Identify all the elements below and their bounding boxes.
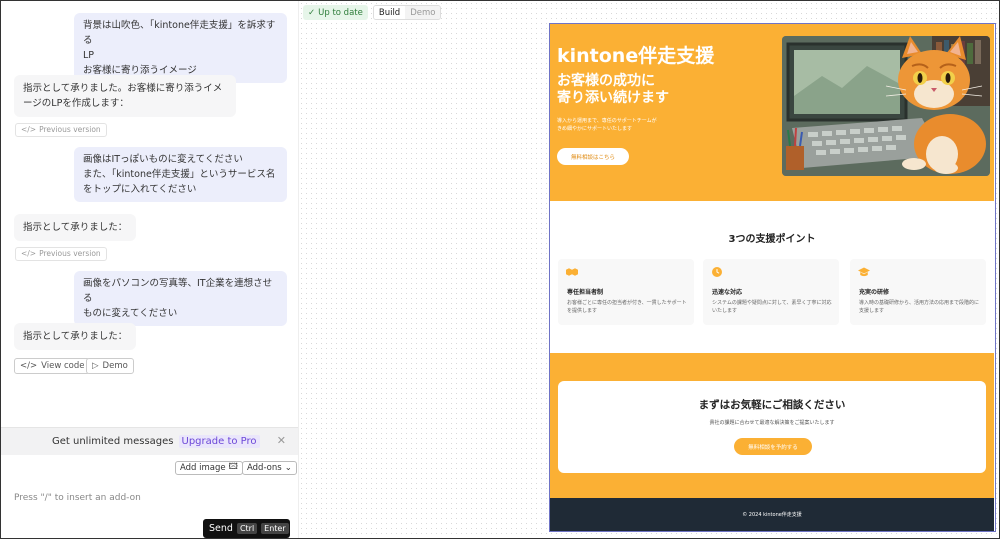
preview-toolbar: ✓ Up to date Build Demo	[303, 5, 442, 20]
feature-card-title: 迅速な対応	[712, 289, 743, 296]
hero-description-line: きめ細やかにサポートいたします	[557, 126, 633, 132]
cta-description: 貴社の課題に合わせて最適な解決策をご提案いたします	[709, 420, 835, 426]
feature-card-desc: システムの課題や疑問点に対して、素早く丁寧に対応いたします	[712, 300, 832, 314]
close-icon[interactable]: ✕	[277, 434, 286, 447]
ai-message-1: 指示として承りました。お客様に寄り添うイメ ージのLPを作成します：	[14, 75, 236, 117]
cat-computer-image	[782, 36, 990, 176]
cta-title: まずはお気軽にご相談ください	[698, 399, 846, 411]
kbd-enter: Enter	[261, 523, 289, 534]
hero-cta-button[interactable]: 無料相談はこちら	[557, 148, 629, 165]
composer: Get unlimited messages Upgrade to Pro ✕ …	[1, 427, 298, 538]
cat-computer-illustration	[782, 36, 990, 176]
previous-version-label: Previous version	[39, 249, 101, 258]
feature-card-title: 充実の研修	[859, 289, 890, 296]
add-image-label: Add image	[180, 463, 226, 473]
chevron-down-icon: ⌄	[284, 463, 292, 473]
status-label: Up to date	[318, 7, 363, 18]
send-button[interactable]: Send Ctrl Enter	[203, 519, 290, 538]
feature-card-title: 専任担当者制	[567, 289, 604, 296]
check-icon: ✓	[308, 7, 316, 18]
graduation-cap-icon	[858, 267, 870, 277]
message-line: 指示として承りました。お客様に寄り添うイメ	[23, 83, 223, 94]
demo-label: Demo	[102, 361, 128, 371]
previous-version-label: Previous version	[39, 125, 101, 134]
cta-button[interactable]: 無料相談を予約する	[734, 438, 812, 455]
hero-description-line: 導入から運用まで、専任のサポートチームが	[557, 118, 657, 124]
view-code-button[interactable]: </> View code	[14, 358, 91, 374]
user-message-1: 背景は山吹色、「kintone伴走支援」を訴求する LP お客様に寄り添うイメー…	[74, 13, 287, 83]
message-line: 画像をパソコンの写真等、IT企業を連想させる	[83, 278, 273, 304]
ai-message-3: 指示として承りました：	[14, 323, 137, 350]
send-label: Send	[209, 523, 233, 534]
view-code-label: View code	[41, 361, 85, 371]
hero-title: kintone伴走支援	[557, 45, 715, 67]
message-line: LP	[83, 50, 95, 61]
hero-subtitle-line: お客様の成功に	[557, 73, 655, 89]
hero-subtitle-line: 寄り添い続けます	[557, 90, 669, 106]
view-toggle: Build Demo	[372, 5, 442, 20]
previous-version-button[interactable]: </> Previous version	[15, 247, 107, 261]
demo-button[interactable]: ▷ Demo	[86, 358, 134, 374]
handshake-icon	[566, 268, 578, 276]
play-icon: ▷	[92, 361, 99, 371]
feature-card: 専任担当者制 お客様ごとに専任の担当者が付き、一貫したサポートを提供します	[558, 259, 694, 325]
hero-section: kintone伴走支援 お客様の成功に 寄り添い続けます 導入から運用まで、専任…	[550, 24, 994, 201]
feature-card-desc: お客様ごとに専任の担当者が付き、一貫したサポートを提供します	[567, 300, 687, 314]
code-icon: </>	[20, 361, 38, 371]
clock-icon	[712, 267, 722, 277]
message-line: 画像はITっぽいものに変えてください	[83, 154, 243, 165]
feature-card: 充実の研修 導入時の基礎研修から、活用方法の応用まで段階的に支援します	[850, 259, 986, 325]
user-message-3: 画像をパソコンの写真等、IT企業を連想させる ものに変えてください	[74, 271, 287, 326]
message-input[interactable]: Press "/" to insert an add-on	[14, 493, 141, 503]
ai-message-2: 指示として承りました：	[14, 214, 137, 241]
code-icon: </>	[21, 249, 37, 258]
tab-demo[interactable]: Demo	[405, 6, 441, 19]
message-line: をトップに入れてください	[83, 184, 197, 195]
message-line: 指示として承りました：	[23, 331, 128, 342]
user-message-2: 画像はITっぽいものに変えてください また、「kintone伴走支援」というサー…	[74, 147, 287, 202]
hero-description: 導入から運用まで、専任のサポートチームが きめ細やかにサポートいたします	[557, 117, 697, 133]
features-title: 3つの支援ポイント	[728, 234, 816, 245]
upgrade-banner: Get unlimited messages Upgrade to Pro ✕	[1, 428, 298, 455]
code-icon: </>	[21, 125, 37, 134]
message-line: 指示として承りました：	[23, 222, 128, 233]
footer-copyright: © 2024 kintone伴走支援	[550, 498, 994, 531]
cta-box: まずはお気軽にご相談ください 貴社の課題に合わせて最適な解決策をご提案いたします…	[558, 381, 986, 473]
image-icon: 🖾	[228, 462, 238, 472]
previous-version-button[interactable]: </> Previous version	[15, 123, 107, 137]
tab-build[interactable]: Build	[373, 6, 406, 19]
hero-subtitle: お客様の成功に 寄り添い続けます	[557, 73, 757, 107]
upgrade-link[interactable]: Upgrade to Pro	[178, 435, 260, 448]
message-line: ージのLPを作成します：	[23, 98, 129, 109]
addons-label: Add-ons	[247, 463, 282, 473]
message-line: また、「kintone伴走支援」というサービス名	[83, 169, 276, 180]
upgrade-text: Get unlimited messages	[52, 436, 174, 447]
feature-card-desc: 導入時の基礎研修から、活用方法の応用まで段階的に支援します	[859, 300, 980, 314]
kbd-ctrl: Ctrl	[236, 523, 258, 534]
message-line: 背景は山吹色、「kintone伴走支援」を訴求する	[83, 20, 276, 46]
status-badge: ✓ Up to date	[303, 5, 368, 20]
feature-card: 迅速な対応 システムの課題や疑問点に対して、素早く丁寧に対応いたします	[703, 259, 839, 325]
add-image-button[interactable]: Add image 🖾	[175, 461, 243, 475]
landing-page-preview: kintone伴走支援 お客様の成功に 寄り添い続けます 導入から運用まで、専任…	[549, 23, 996, 532]
addons-dropdown[interactable]: Add-ons ⌄	[242, 461, 297, 475]
message-line: ものに変えてください	[83, 308, 178, 319]
